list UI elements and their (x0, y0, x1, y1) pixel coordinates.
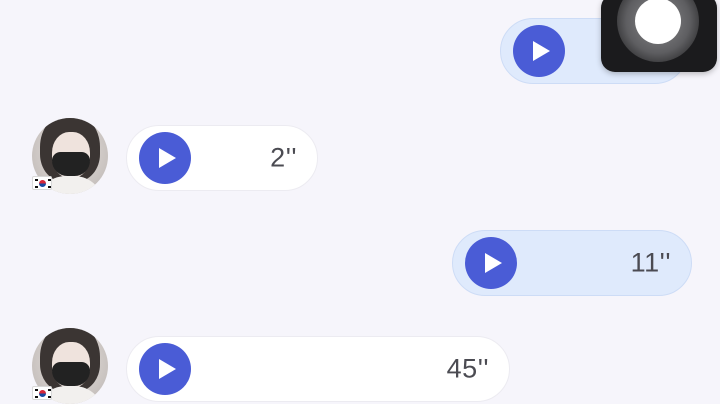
korea-flag-icon (32, 386, 52, 400)
voice-message-received[interactable]: 2'' (126, 125, 318, 191)
play-icon (159, 148, 176, 168)
play-button[interactable] (465, 237, 517, 289)
voice-duration: 45'' (446, 353, 489, 384)
play-button[interactable] (513, 25, 565, 77)
play-icon (533, 41, 550, 61)
play-icon (485, 253, 502, 273)
play-button[interactable] (139, 343, 191, 395)
voice-duration: 11'' (630, 247, 671, 278)
play-icon (159, 359, 176, 379)
korea-flag-icon (32, 176, 52, 190)
voice-message-received[interactable]: 45'' (126, 336, 510, 402)
voice-duration: 2'' (270, 142, 297, 173)
assistive-touch-button[interactable] (601, 0, 717, 72)
voice-message-sent[interactable]: 11'' (452, 230, 692, 296)
play-button[interactable] (139, 132, 191, 184)
